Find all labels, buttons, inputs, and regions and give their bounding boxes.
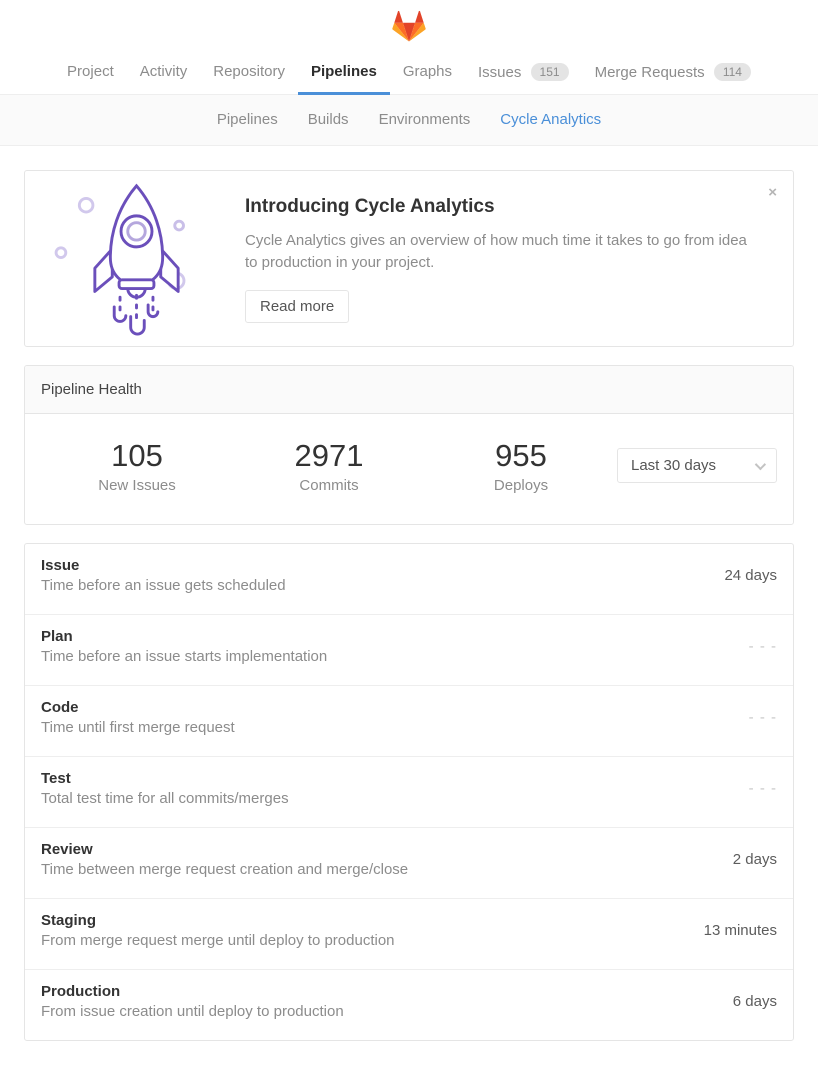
nav-item-merge-requests[interactable]: Merge Requests 114 bbox=[582, 52, 764, 95]
main-header: Project Activity Repository Pipelines Gr… bbox=[0, 0, 818, 95]
main-nav: Project Activity Repository Pipelines Gr… bbox=[0, 52, 818, 94]
intro-banner: Introducing Cycle Analytics Cycle Analyt… bbox=[24, 170, 794, 347]
nav-item-repository[interactable]: Repository bbox=[200, 52, 298, 95]
stage-name: Code bbox=[41, 699, 235, 716]
stat-deploys-value: 955 bbox=[425, 438, 617, 474]
merge-requests-count-badge: 114 bbox=[714, 63, 751, 81]
rocket-illustration bbox=[41, 181, 231, 336]
stage-description: Time before an issue starts implementati… bbox=[41, 648, 327, 665]
stage-row-staging: Staging From merge request merge until d… bbox=[25, 899, 793, 970]
stage-name: Test bbox=[41, 770, 289, 787]
stage-description: Time until first merge request bbox=[41, 719, 235, 736]
subnav-item-cycle-analytics[interactable]: Cycle Analytics bbox=[485, 95, 616, 145]
stat-commits-value: 2971 bbox=[233, 438, 425, 474]
date-range-dropdown[interactable]: Last 30 days bbox=[617, 448, 777, 483]
stage-name: Production bbox=[41, 983, 344, 1000]
stage-row-plan: Plan Time before an issue starts impleme… bbox=[25, 615, 793, 686]
nav-item-graphs[interactable]: Graphs bbox=[390, 52, 465, 95]
subnav-item-pipelines[interactable]: Pipelines bbox=[202, 95, 293, 145]
stat-deploys: 955 Deploys bbox=[425, 438, 617, 494]
intro-description: Cycle Analytics gives an overview of how… bbox=[245, 230, 750, 274]
stage-value: 13 minutes bbox=[684, 922, 777, 939]
stage-value: - - - bbox=[729, 638, 777, 655]
subnav-item-environments[interactable]: Environments bbox=[364, 95, 486, 145]
nav-item-activity[interactable]: Activity bbox=[127, 52, 201, 95]
stat-new-issues: 105 New Issues bbox=[41, 438, 233, 494]
issues-count-badge: 151 bbox=[531, 63, 569, 81]
stage-description: Total test time for all commits/merges bbox=[41, 790, 289, 807]
stage-name: Staging bbox=[41, 912, 395, 929]
stage-value: 24 days bbox=[704, 567, 777, 584]
gitlab-logo-icon[interactable] bbox=[390, 7, 428, 48]
intro-text: Introducing Cycle Analytics Cycle Analyt… bbox=[231, 194, 750, 324]
nav-item-project[interactable]: Project bbox=[54, 52, 127, 95]
date-range-selected: Last 30 days bbox=[631, 457, 716, 474]
cycle-analytics-page: Introducing Cycle Analytics Cycle Analyt… bbox=[24, 170, 794, 1041]
nav-item-issues-label: Issues bbox=[478, 64, 521, 81]
stage-row-production: Production From issue creation until dep… bbox=[25, 970, 793, 1040]
stage-row-issue: Issue Time before an issue gets schedule… bbox=[25, 544, 793, 615]
stage-description: From issue creation until deploy to prod… bbox=[41, 1003, 344, 1020]
chevron-down-icon bbox=[755, 459, 766, 470]
nav-item-issues[interactable]: Issues 151 bbox=[465, 52, 582, 95]
close-icon[interactable]: × bbox=[768, 185, 777, 200]
read-more-button[interactable]: Read more bbox=[245, 290, 349, 323]
stage-value: - - - bbox=[729, 780, 777, 797]
stage-name: Plan bbox=[41, 628, 327, 645]
stage-row-review: Review Time between merge request creati… bbox=[25, 828, 793, 899]
stat-new-issues-label: New Issues bbox=[41, 477, 233, 494]
pipelines-sub-nav: Pipelines Builds Environments Cycle Anal… bbox=[0, 95, 818, 146]
stage-name: Review bbox=[41, 841, 408, 858]
stage-value: - - - bbox=[729, 709, 777, 726]
stat-commits: 2971 Commits bbox=[233, 438, 425, 494]
stage-value: 6 days bbox=[713, 993, 777, 1010]
pipeline-health-panel: Pipeline Health 105 New Issues 2971 Comm… bbox=[24, 365, 794, 525]
stage-value: 2 days bbox=[713, 851, 777, 868]
stage-description: Time between merge request creation and … bbox=[41, 861, 408, 878]
subnav-item-builds[interactable]: Builds bbox=[293, 95, 364, 145]
pipeline-health-body: 105 New Issues 2971 Commits 955 Deploys … bbox=[25, 414, 793, 524]
intro-title: Introducing Cycle Analytics bbox=[245, 196, 750, 218]
stage-description: From merge request merge until deploy to… bbox=[41, 932, 395, 949]
stage-row-test: Test Total test time for all commits/mer… bbox=[25, 757, 793, 828]
stage-row-code: Code Time until first merge request - - … bbox=[25, 686, 793, 757]
stat-new-issues-value: 105 bbox=[41, 438, 233, 474]
cycle-stages-panel: Issue Time before an issue gets schedule… bbox=[24, 543, 794, 1041]
nav-item-merge-requests-label: Merge Requests bbox=[595, 64, 705, 81]
nav-item-pipelines[interactable]: Pipelines bbox=[298, 52, 390, 95]
stat-commits-label: Commits bbox=[233, 477, 425, 494]
stat-deploys-label: Deploys bbox=[425, 477, 617, 494]
stage-name: Issue bbox=[41, 557, 286, 574]
pipeline-health-stats: 105 New Issues 2971 Commits 955 Deploys bbox=[41, 438, 617, 494]
pipeline-health-title: Pipeline Health bbox=[25, 366, 793, 414]
stage-description: Time before an issue gets scheduled bbox=[41, 577, 286, 594]
